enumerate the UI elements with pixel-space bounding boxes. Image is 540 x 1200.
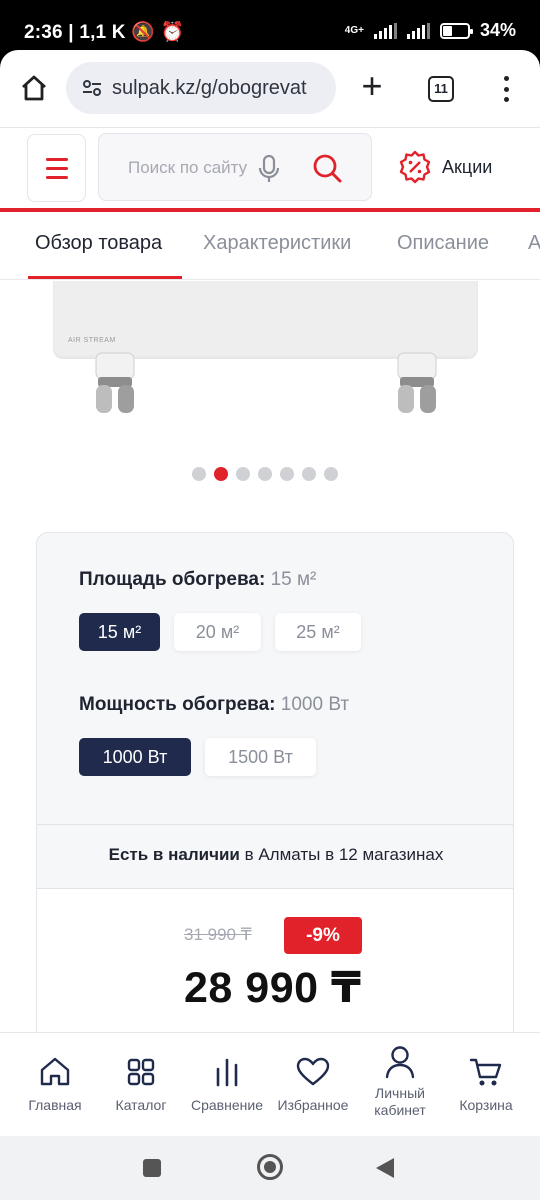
active-tab-indicator [28,276,182,279]
heating-power-title: Мощность обогрева: 1000 Вт [79,694,350,715]
network-type: 4G+ [344,24,364,36]
mute-icon: 🔕 [131,22,156,43]
status-time: 2:36 | 1,1 K 🔕 ⏰ [24,22,185,43]
tab-overview[interactable]: Обзор товара [35,232,162,255]
nav-catalog-label: Каталог [115,1097,167,1113]
site-settings-icon[interactable] [80,76,104,100]
divider [37,824,513,825]
signal-icon [373,22,397,39]
system-home-button[interactable] [257,1154,283,1180]
cart-icon [469,1055,503,1089]
nav-account-label: Личный кабинет [374,1085,426,1118]
availability-info[interactable]: Есть в наличии в Алматы в 12 магазинах [37,845,513,865]
nav-favorites-label: Избранное [277,1097,349,1113]
product-tabs: Обзор товара Характеристики Описание А [0,212,540,280]
carousel-dot[interactable] [236,467,250,481]
promotions-link[interactable]: Акции [398,150,492,184]
tab-description[interactable]: Описание [397,232,489,255]
nav-cart[interactable]: Корзина [448,1033,524,1137]
product-brand-text: AIR STREAM [68,337,116,344]
heater-foot-left [95,352,135,413]
battery-icon [439,22,473,39]
tab-switcher-button[interactable]: 11 [428,76,454,102]
nav-cart-label: Корзина [459,1097,513,1113]
search-box[interactable]: Поиск по сайту [98,133,372,201]
image-carousel-dots [192,467,338,481]
heating-area-value: 15 м² [270,569,317,590]
new-tab-button[interactable]: + [352,66,392,110]
promotions-label[interactable]: Акции [442,157,492,178]
power-option-1000[interactable]: 1000 Вт [79,738,191,776]
alarm-icon: ⏰ [160,22,185,43]
carousel-dot[interactable] [302,467,316,481]
price-block: 31 990 ₸ -9% 28 990 ₸ [37,889,513,1051]
nav-catalog[interactable]: Каталог [106,1033,176,1137]
availability-details: в Алматы в 12 магазинах [244,845,444,864]
nav-account[interactable]: Личный кабинет [362,1033,438,1137]
heart-icon [296,1055,330,1089]
home-icon [38,1055,72,1089]
carousel-dot[interactable] [258,467,272,481]
site-header: Поиск по сайту Акции [0,128,540,210]
area-option-20[interactable]: 20 м² [174,613,261,651]
compare-icon [214,1055,240,1089]
discount-icon [399,150,431,184]
heating-area-title: Площадь обогрева: 15 м² [79,569,317,590]
old-price: 31 990 ₸ [184,925,252,944]
area-option-25[interactable]: 25 м² [275,613,361,651]
bottom-navigation: Главная Каталог Сравнение Избранное Личн… [0,1032,540,1136]
carousel-dot[interactable] [280,467,294,481]
recent-apps-button[interactable] [143,1159,161,1177]
nav-compare-label: Сравнение [191,1097,263,1113]
search-input[interactable]: Поиск по сайту [128,158,268,178]
heater-foot-right [397,352,437,413]
tab-characteristics[interactable]: Характеристики [203,232,351,255]
nav-home[interactable]: Главная [20,1033,90,1137]
nav-home-label: Главная [28,1097,82,1113]
system-back-button[interactable] [376,1158,394,1178]
nav-favorites[interactable]: Избранное [270,1033,356,1137]
area-option-15[interactable]: 15 м² [79,613,160,651]
heating-power-value: 1000 Вт [280,694,350,715]
heater-panel: AIR STREAM [53,281,478,359]
availability-status: Есть в наличии [108,845,240,864]
battery-percent: 34% [479,20,516,40]
signal-icon-2 [406,22,430,39]
tab-more[interactable]: А [528,232,540,255]
discount-badge: -9% [284,917,362,954]
user-icon [385,1045,415,1079]
carousel-dot[interactable] [192,467,206,481]
status-right: 4G+ 34% [345,20,516,41]
power-option-1500[interactable]: 1500 Вт [205,738,316,776]
product-options-card: Площадь обогрева: 15 м² 15 м² 20 м² 25 м… [36,532,514,1052]
carousel-dot[interactable] [324,467,338,481]
system-navigation-bar [0,1136,540,1200]
grid-icon [127,1055,155,1089]
product-image[interactable]: AIR STREAM [0,281,540,431]
browser-toolbar: sulpak.kz/g/obogrevat + 11 [0,50,540,128]
carousel-dot-active[interactable] [214,467,228,481]
nav-compare[interactable]: Сравнение [184,1033,270,1137]
url-text[interactable]: sulpak.kz/g/obogrevat [112,77,307,100]
address-bar[interactable]: sulpak.kz/g/obogrevat [66,62,336,114]
microphone-icon[interactable] [257,154,281,189]
search-icon[interactable] [311,152,343,189]
more-menu-icon[interactable] [494,72,518,106]
home-icon[interactable] [14,68,54,108]
hamburger-menu-button[interactable] [27,134,86,202]
current-price: 28 990 ₸ [184,964,362,1012]
